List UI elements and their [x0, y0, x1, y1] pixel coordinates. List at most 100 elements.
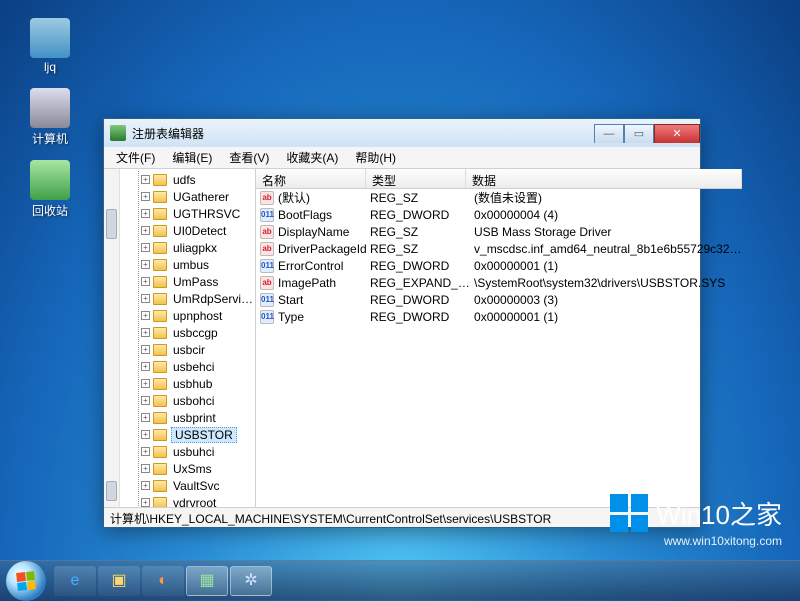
tree-item-label: VaultSvc — [171, 479, 221, 493]
watermark: Win10之家 www.win10xitong.com — [610, 494, 782, 548]
tree-item[interactable]: +usbuhci — [141, 443, 255, 460]
tree-item[interactable]: +vdrvroot — [141, 494, 255, 507]
expand-icon[interactable]: + — [141, 464, 150, 473]
expand-icon[interactable]: + — [141, 498, 150, 507]
maximize-button[interactable]: ▭ — [624, 124, 654, 143]
dword-value-icon: 011 — [260, 259, 274, 273]
expand-icon[interactable]: + — [141, 379, 150, 388]
menu-file[interactable]: 文件(F) — [108, 147, 163, 168]
expand-icon[interactable]: + — [141, 192, 150, 201]
value-row[interactable]: abDisplayNameREG_SZUSB Mass Storage Driv… — [256, 223, 742, 240]
tree-item[interactable]: +usbohci — [141, 392, 255, 409]
registry-editor-window: 注册表编辑器 — ▭ ✕ 文件(F) 编辑(E) 查看(V) 收藏夹(A) 帮助… — [103, 118, 701, 528]
value-row[interactable]: ab(默认)REG_SZ(数值未设置) — [256, 189, 742, 206]
window-controls: — ▭ ✕ — [594, 124, 700, 143]
start-button[interactable] — [6, 561, 46, 601]
tree-item-label: UGTHRSVC — [171, 207, 242, 221]
desktop-icon-label: 计算机 — [20, 130, 80, 147]
column-type[interactable]: 类型 — [366, 169, 466, 188]
scrollbar-thumb[interactable] — [106, 481, 117, 501]
gear-icon: ✲ — [241, 571, 261, 591]
value-type: REG_DWORD — [370, 259, 470, 273]
folder-icon — [153, 293, 167, 305]
taskbar-ie[interactable]: e — [54, 566, 96, 596]
folder-icon — [153, 446, 167, 458]
value-list-panel: 名称 类型 数据 ab(默认)REG_SZ(数值未设置)011BootFlags… — [256, 169, 742, 507]
value-name: DisplayName — [278, 225, 370, 239]
tree-item[interactable]: +usbehci — [141, 358, 255, 375]
expand-icon[interactable]: + — [141, 447, 150, 456]
tree-item[interactable]: + usbhub — [141, 375, 255, 392]
folder-icon — [153, 259, 167, 271]
menu-edit[interactable]: 编辑(E) — [164, 147, 220, 168]
value-list[interactable]: ab(默认)REG_SZ(数值未设置)011BootFlagsREG_DWORD… — [256, 189, 742, 507]
folder-icon — [153, 208, 167, 220]
column-data[interactable]: 数据 — [466, 169, 742, 188]
menu-favorites[interactable]: 收藏夹(A) — [278, 147, 346, 168]
value-name: DriverPackageId — [278, 242, 370, 256]
tree-item[interactable]: +UmPass — [141, 273, 255, 290]
value-name: Start — [278, 293, 370, 307]
expand-icon[interactable]: + — [141, 328, 150, 337]
expand-icon[interactable]: + — [141, 362, 150, 371]
value-row[interactable]: 011StartREG_DWORD0x00000003 (3) — [256, 291, 742, 308]
tree-item[interactable]: + usbprint — [141, 409, 255, 426]
expand-icon[interactable]: + — [141, 294, 150, 303]
string-value-icon: ab — [260, 242, 274, 256]
tree-item[interactable]: +udfs — [141, 171, 255, 188]
expand-icon[interactable]: + — [141, 243, 150, 252]
tree-item[interactable]: + UxSms — [141, 460, 255, 477]
expand-icon[interactable]: + — [141, 226, 150, 235]
left-scrollbar[interactable] — [104, 169, 120, 507]
expand-icon[interactable]: + — [141, 311, 150, 320]
minimize-button[interactable]: — — [594, 124, 624, 143]
tree-item[interactable]: +UGatherer — [141, 188, 255, 205]
tree-item[interactable]: + UGTHRSVC — [141, 205, 255, 222]
value-row[interactable]: abDriverPackageIdREG_SZv_mscdsc.inf_amd6… — [256, 240, 742, 257]
scrollbar-thumb[interactable] — [106, 209, 117, 239]
tree-item-label: UxSms — [171, 462, 214, 476]
expand-icon[interactable]: + — [141, 345, 150, 354]
expand-icon[interactable]: + — [141, 396, 150, 405]
taskbar-regedit[interactable]: ▦ — [186, 566, 228, 596]
taskbar-explorer[interactable]: ▣ — [98, 566, 140, 596]
value-row[interactable]: 011ErrorControlREG_DWORD0x00000001 (1) — [256, 257, 742, 274]
tree-item[interactable]: +UI0Detect — [141, 222, 255, 239]
menu-view[interactable]: 查看(V) — [221, 147, 277, 168]
tree-item[interactable]: +uliagpkx — [141, 239, 255, 256]
tree-item[interactable]: +usbcir — [141, 341, 255, 358]
desktop-icon-computer[interactable]: 计算机 — [20, 88, 80, 147]
value-row[interactable]: 011TypeREG_DWORD0x00000001 (1) — [256, 308, 742, 325]
column-name[interactable]: 名称 — [256, 169, 366, 188]
value-data: 0x00000003 (3) — [470, 293, 742, 307]
expand-icon[interactable]: + — [141, 413, 150, 422]
tree-item-label: usbprint — [171, 411, 218, 425]
folder-icon — [153, 225, 167, 237]
desktop-icon-recycle[interactable]: 回收站 — [20, 160, 80, 219]
expand-icon[interactable]: + — [141, 209, 150, 218]
expand-icon[interactable]: + — [141, 260, 150, 269]
tree-item-label: usbhub — [171, 377, 214, 391]
taskbar-mediaplayer[interactable]: ◐ — [142, 566, 184, 596]
value-data: \SystemRoot\system32\drivers\USBSTOR.SYS — [470, 276, 742, 290]
registry-tree[interactable]: +udfs+UGatherer+UGTHRSVC+UI0Detect+uliag… — [120, 169, 255, 507]
titlebar[interactable]: 注册表编辑器 — ▭ ✕ — [104, 119, 700, 147]
expand-icon[interactable]: + — [141, 277, 150, 286]
desktop-icon-user[interactable]: ljq — [20, 18, 80, 74]
tree-item[interactable]: +upnphost — [141, 307, 255, 324]
folder-icon — [153, 242, 167, 254]
tree-item[interactable]: +usbccgp — [141, 324, 255, 341]
expand-icon[interactable]: + — [141, 430, 150, 439]
close-button[interactable]: ✕ — [654, 124, 700, 143]
expand-icon[interactable]: + — [141, 481, 150, 490]
value-row[interactable]: 011BootFlagsREG_DWORD0x00000004 (4) — [256, 206, 742, 223]
taskbar-app[interactable]: ✲ — [230, 566, 272, 596]
windows-logo-icon — [610, 494, 648, 532]
value-row[interactable]: abImagePathREG_EXPAND_SZ\SystemRoot\syst… — [256, 274, 742, 291]
tree-item[interactable]: +USBSTOR — [141, 426, 255, 443]
menu-help[interactable]: 帮助(H) — [347, 147, 404, 168]
expand-icon[interactable]: + — [141, 175, 150, 184]
tree-item[interactable]: + VaultSvc — [141, 477, 255, 494]
tree-item[interactable]: +umbus — [141, 256, 255, 273]
tree-item[interactable]: +UmRdpServi… — [141, 290, 255, 307]
